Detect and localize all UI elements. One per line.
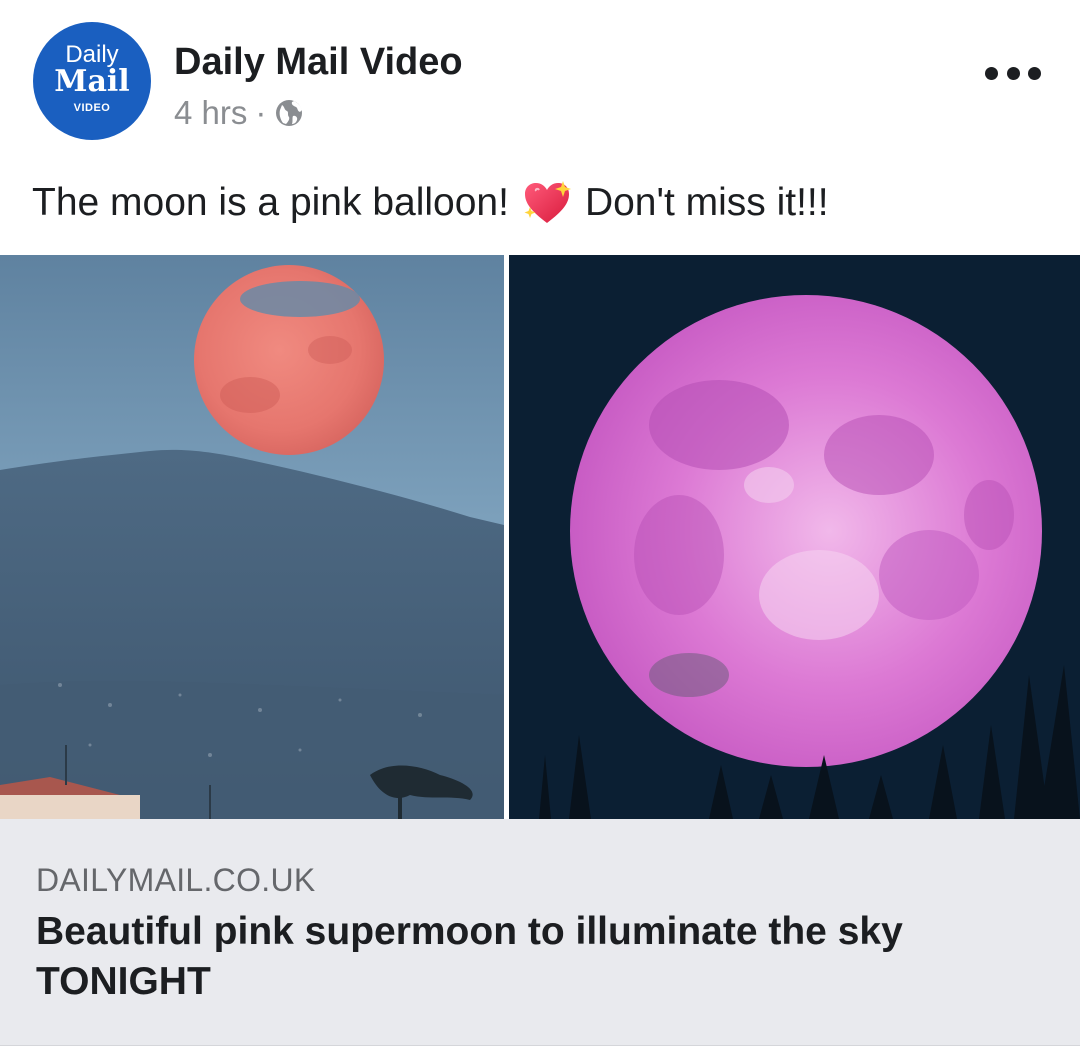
post-meta: 4 hrs ·	[174, 94, 304, 132]
avatar-line2: Mail	[54, 64, 130, 99]
pink-moon-mountain-image[interactable]	[0, 255, 504, 819]
globe-icon[interactable]	[274, 98, 304, 128]
post-caption: The moon is a pink balloon! Don't miss i…	[32, 178, 829, 228]
pink-full-moon-image[interactable]	[509, 255, 1080, 819]
sparkling-heart-emoji	[524, 181, 571, 223]
avatar-line3: VIDEO	[73, 102, 111, 114]
more-dot	[1006, 66, 1020, 80]
more-dot	[985, 66, 998, 80]
post-images[interactable]	[0, 255, 1080, 819]
link-preview[interactable]: DAILYMAIL.CO.UK Beautiful pink supermoon…	[0, 819, 1080, 1045]
caption-text-after: Don't miss it!!!	[584, 181, 829, 224]
link-title[interactable]: Beautiful pink supermoon to illuminate t…	[36, 907, 1036, 1007]
post-header: Daily Mail VIDEO Daily Mail Video 4 hrs …	[0, 0, 1080, 160]
page-avatar[interactable]: Daily Mail VIDEO	[33, 22, 151, 140]
page-name-link[interactable]: Daily Mail Video	[174, 40, 463, 84]
caption-text-before: The moon is a pink balloon!	[32, 181, 509, 224]
post-timestamp[interactable]: 4 hrs	[174, 94, 247, 132]
link-domain: DAILYMAIL.CO.UK	[36, 862, 316, 898]
more-dot	[1028, 66, 1041, 80]
more-options-icon[interactable]	[985, 58, 1041, 88]
meta-separator: ·	[255, 94, 267, 131]
